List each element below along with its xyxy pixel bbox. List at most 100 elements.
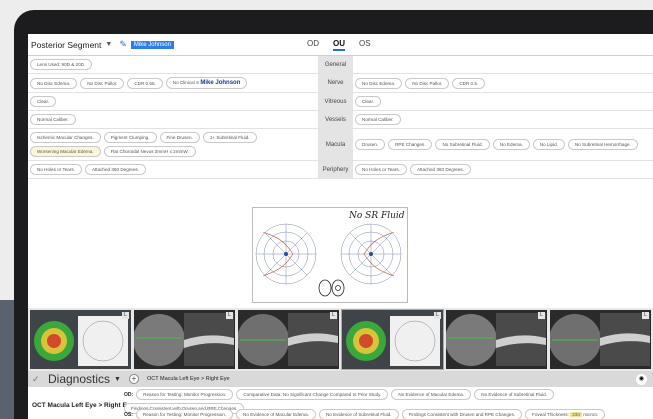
finding-chip[interactable]: No Disc Edema. <box>30 77 78 89</box>
os-findings: OS: Reason for Testing: Monitor Progress… <box>124 409 649 419</box>
exam-row: Normal Caliber. Vessels Normal Caliber. <box>28 111 653 129</box>
finding-chip[interactable]: Attached 360 Degrees. <box>409 164 471 175</box>
patient-name: Mike Johnson <box>200 80 241 86</box>
thumbnail-fundus-bscan[interactable]: L <box>550 310 651 369</box>
finding-chip[interactable]: Clear. <box>30 96 56 107</box>
finding-chip[interactable]: No Lipid. <box>532 139 565 150</box>
diagnostic-chip[interactable]: Reason for Testing: Monitor Progression. <box>135 409 234 419</box>
os-findings-cell <box>353 56 653 73</box>
test-label: OCT Macula Left Eye > Right Eye <box>146 376 230 382</box>
finding-chip[interactable]: Ischemic Macular Changes. <box>30 132 101 143</box>
oct-map-icon <box>30 310 131 369</box>
eye-badge: L <box>538 312 545 319</box>
os-findings-cell: No Disc Edema. No Disc Pallor. CDR 0.5. <box>353 74 653 92</box>
eye-badge: L <box>226 312 233 319</box>
od-findings-cell: Clear. <box>28 93 318 110</box>
tab-od[interactable]: OD <box>307 39 319 51</box>
eye-tabs: OD OU OS <box>307 39 371 51</box>
finding-chip[interactable]: No Disc Pallor. <box>80 77 125 89</box>
finding-chip[interactable]: Normal Caliber. <box>30 114 76 125</box>
diagnostic-chip[interactable]: No Evidence of Subretinal Fluid. <box>474 389 554 400</box>
thumbnail-fundus-bscan[interactable]: L <box>446 310 547 369</box>
finding-chip[interactable]: Normal Caliber. <box>355 114 401 125</box>
pencil-icon[interactable]: ✎ <box>119 39 127 50</box>
finding-chip[interactable]: CDR 0.55. <box>127 77 163 89</box>
od-findings-cell: No Disc Edema. No Disc Pallor. CDR 0.55. No… <box>28 74 318 92</box>
finding-chip[interactable]: 1+ Subretinal Fluid. <box>202 132 257 143</box>
thumbnail-fundus-bscan[interactable]: L <box>134 310 235 369</box>
od-findings-cell: Ischemic Macular Changes. Pigment Clumpin… <box>28 129 318 160</box>
diagnostic-chip[interactable]: No Evidence of Subretinal Fluid. <box>318 409 399 419</box>
finding-chip[interactable]: No Disc Pallor. <box>405 77 450 89</box>
finding-chip[interactable]: Drusen. <box>355 139 386 150</box>
check-icon[interactable]: ✓ <box>32 374 42 384</box>
section-label: Vessels <box>318 111 353 128</box>
diagnostics-findings: OCT Macula Left Eye > Right Eye OD: Reas… <box>28 387 653 419</box>
finding-chip[interactable]: No Subretinal Fluid. <box>435 139 490 150</box>
section-label: Periphery <box>318 161 353 178</box>
foveal-value[interactable]: 234 <box>570 412 582 417</box>
foveal-label: Foveal Thickness: <box>532 412 569 417</box>
image-strip: L L L L L L <box>28 308 653 371</box>
findings-row-label: OCT Macula Left Eye > Right Eye <box>32 402 135 409</box>
camera-icon[interactable]: ◉ <box>636 374 647 385</box>
fundus-drawing[interactable]: No SR Fluid <box>252 207 408 303</box>
tab-os[interactable]: OS <box>359 39 371 51</box>
foveal-thickness-chip[interactable]: Foveal Thickness: 234 micron. <box>525 409 606 419</box>
fundus-drawing-svg <box>255 223 402 297</box>
segment-label: Posterior Segment <box>31 39 102 50</box>
exam-row: No Holes or Tears. Attached 360 Degrees. P… <box>28 161 653 179</box>
thumbnail-oct-map-os[interactable]: L <box>341 309 444 370</box>
bscan-icon <box>134 310 235 369</box>
header: Posterior Segment ▼ ✎ Mike Johnson OD OU… <box>28 34 653 56</box>
add-icon[interactable]: + <box>128 374 139 384</box>
thumbnail-fundus-bscan[interactable]: L <box>238 310 339 369</box>
eye-badge: L <box>434 312 441 319</box>
thumbnail-oct-map-od[interactable]: L <box>30 310 131 369</box>
finding-chip[interactable]: No Disc Edema. <box>355 77 403 89</box>
diagnostic-chip[interactable]: Findings Consistent with Drusen and RPE … <box>401 409 523 419</box>
tab-ou[interactable]: OU <box>333 39 345 51</box>
os-fovea <box>369 252 373 256</box>
finding-chip[interactable]: Attached 360 Degrees. <box>84 164 146 175</box>
os-findings-cell: Normal Caliber. <box>353 111 653 128</box>
od-disc-icon <box>318 279 332 297</box>
finding-chip[interactable]: Fine Drusen. <box>159 132 200 143</box>
exam-row: Lens Used: 90D & 20D. General <box>28 56 653 74</box>
od-findings-cell: Lens Used: 90D & 20D. <box>28 56 318 73</box>
diagnostics-bar: ✓ Diagnostics ▼ + OCT Macula Left Eye > … <box>28 371 653 387</box>
finding-chip[interactable]: Flat Choroidal Nevus 3mmH x 2mmW. <box>103 146 196 157</box>
exam-row: Ischemic Macular Changes. Pigment Clumpin… <box>28 129 653 161</box>
finding-chip[interactable]: RPE Changes. <box>388 139 433 150</box>
exam-table: Lens Used: 90D & 20D. General No Disc Edem… <box>28 56 653 179</box>
foveal-unit: micron. <box>583 412 599 417</box>
eye-badge: L <box>122 312 129 319</box>
diagnostic-chip[interactable]: No Evidence of Macular Edema. <box>391 389 472 400</box>
finding-chip[interactable]: CDR 0.5. <box>452 77 486 89</box>
diagnostic-chip[interactable]: Reason for Testing: Monitor Progression. <box>136 389 234 400</box>
finding-chip[interactable]: No Holes or Tears. <box>355 164 407 175</box>
finding-chip[interactable]: No Holes or Tears. <box>30 164 82 175</box>
patient-tag: Mike Johnson <box>130 40 174 49</box>
finding-chip[interactable]: Worsening Macular Edema. <box>30 146 101 157</box>
chevron-down-icon[interactable]: ▼ <box>114 376 121 383</box>
os-findings-cell: Drusen. RPE Changes. No Subretinal Fluid. N… <box>353 129 653 160</box>
diagnostic-chip[interactable]: No Evidence of Macular Edema. <box>236 409 316 419</box>
eye-badge: L <box>330 312 337 319</box>
finding-chip[interactable]: No Subretinal Hemorrhage. <box>567 139 638 150</box>
finding-chip[interactable]: Pigment Clumping. <box>103 132 157 143</box>
segment-selector[interactable]: Posterior Segment ▼ ✎ Mike Johnson <box>31 39 174 50</box>
os-findings-cell: No Holes or Tears. Attached 360 Degrees. <box>353 161 653 178</box>
os-disc-icon <box>331 279 345 297</box>
app-screen: Posterior Segment ▼ ✎ Mike Johnson OD OU… <box>28 34 653 419</box>
finding-chip[interactable]: Lens Used: 90D & 20D. <box>30 59 93 70</box>
finding-chip[interactable]: No Clinical S Mike Johnson <box>165 77 248 89</box>
os-findings-cell: Clear. <box>353 93 653 110</box>
finding-chip[interactable]: Clear. <box>355 96 381 107</box>
section-label: Nerve <box>318 74 353 92</box>
diagnostic-chip[interactable]: Comparative Data: No Significant Change … <box>236 389 389 400</box>
oct-map-icon <box>342 310 443 369</box>
section-label: Macula <box>318 129 353 160</box>
chevron-down-icon: ▼ <box>105 41 113 48</box>
finding-chip[interactable]: No Edema. <box>492 139 530 150</box>
